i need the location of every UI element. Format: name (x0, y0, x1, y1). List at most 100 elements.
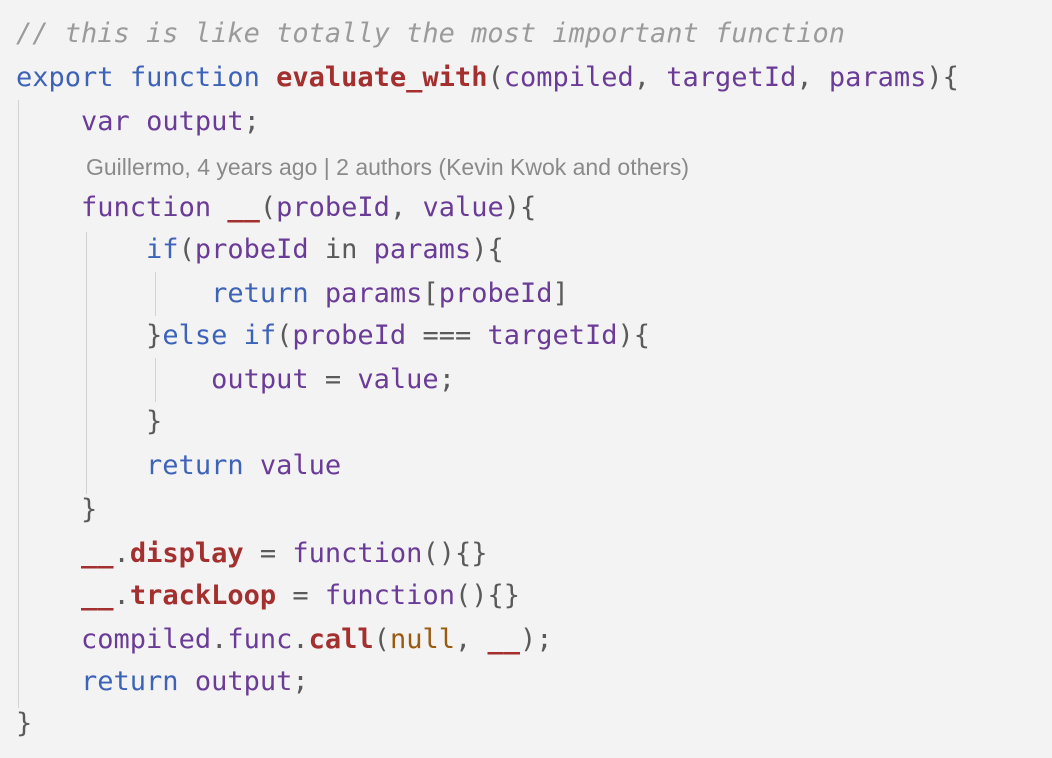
code-token: return (81, 666, 179, 697)
code-token: ){ (617, 320, 651, 351)
code-token: ); (520, 624, 553, 655)
code-token: probeId (194, 234, 309, 265)
code-token: = (243, 538, 293, 569)
code-token: value (357, 364, 439, 395)
code-line[interactable]: compiled.func.call(null, __); (16, 620, 553, 660)
code-token: ){ (926, 62, 959, 93)
code-token: = (308, 364, 358, 395)
code-line[interactable]: return params[probeId] (16, 274, 569, 314)
code-line[interactable]: }else if(probeId === targetId){ (16, 316, 650, 356)
code-token: func (227, 624, 293, 655)
code-token: probeId (438, 278, 553, 309)
code-token: var (81, 106, 130, 137)
code-token: ( (487, 62, 504, 93)
code-token: params (324, 278, 423, 309)
code-token: return (146, 450, 244, 481)
code-line[interactable]: __.trackLoop = function(){} (16, 576, 520, 616)
code-line[interactable]: return value (16, 446, 341, 486)
code-token: (){} (454, 580, 520, 611)
code-line[interactable]: export function evaluate_with(compiled, … (16, 58, 959, 98)
code-token: compiled (81, 624, 212, 655)
code-token: __ (487, 624, 520, 655)
code-token: (){} (422, 538, 488, 569)
code-token: . (113, 538, 130, 569)
code-token: value (422, 192, 504, 223)
code-line[interactable]: function __(probeId, value){ (16, 188, 536, 228)
code-token: function (81, 192, 212, 223)
code-token: = (276, 580, 325, 611)
code-token: else (162, 320, 228, 351)
code-token: function (324, 580, 455, 611)
code-line[interactable]: output = value; (16, 360, 455, 400)
code-token: ( (178, 234, 195, 265)
code-line[interactable]: return output; (16, 662, 309, 702)
git-blame-annotation[interactable]: Guillermo, 4 years ago | 2 authors (Kevi… (86, 148, 689, 186)
code-token: output (194, 666, 293, 697)
code-line[interactable]: } (16, 490, 97, 530)
code-token: trackLoop (129, 580, 277, 611)
code-token: __ (81, 538, 114, 569)
code-token: // this is like totally the most importa… (16, 18, 846, 49)
code-token: function (292, 538, 423, 569)
code-token: ){ (503, 192, 537, 223)
code-token: display (129, 538, 244, 569)
code-token: evaluate_with (276, 62, 488, 93)
code-token: ){ (471, 234, 504, 265)
code-token: if (146, 234, 179, 265)
code-token: if (243, 320, 277, 351)
code-token: } (16, 494, 98, 525)
code-token: ( (373, 624, 390, 655)
code-line[interactable]: if(probeId in params){ (16, 230, 504, 270)
code-token: } (16, 320, 163, 351)
code-token: null (389, 624, 455, 655)
code-token: targetId (487, 320, 618, 351)
code-editor[interactable]: Guillermo, 4 years ago | 2 authors (Kevi… (0, 0, 1052, 758)
code-token: output (211, 364, 309, 395)
code-token: ; (438, 364, 455, 395)
code-token: ] (552, 278, 569, 309)
code-token: probeId (292, 320, 407, 351)
code-line[interactable]: // this is like totally the most importa… (16, 14, 845, 54)
code-token: probeId (276, 192, 390, 223)
code-token: ; (243, 106, 260, 137)
code-token: , (454, 624, 488, 655)
code-token: __ (227, 192, 260, 223)
code-line[interactable]: } (16, 402, 162, 442)
code-token: . (113, 580, 130, 611)
code-token: ( (276, 320, 293, 351)
code-token: , (389, 192, 423, 223)
code-token: targetId (666, 62, 797, 93)
code-token: === (406, 320, 488, 351)
code-token: return (211, 278, 309, 309)
code-line[interactable]: var output; (16, 102, 260, 142)
code-token: ( (259, 192, 277, 223)
code-token: in (308, 234, 374, 265)
code-token: params (373, 234, 472, 265)
code-line[interactable]: __.display = function(){} (16, 534, 487, 574)
code-token: } (16, 406, 163, 437)
code-line[interactable]: } (16, 704, 32, 744)
code-token: . (292, 624, 309, 655)
code-token: function (129, 62, 260, 93)
code-token: export (16, 62, 114, 93)
code-token: ; (292, 666, 309, 697)
code-token: __ (81, 580, 114, 611)
code-token: [ (422, 278, 439, 309)
code-token: call (308, 624, 374, 655)
